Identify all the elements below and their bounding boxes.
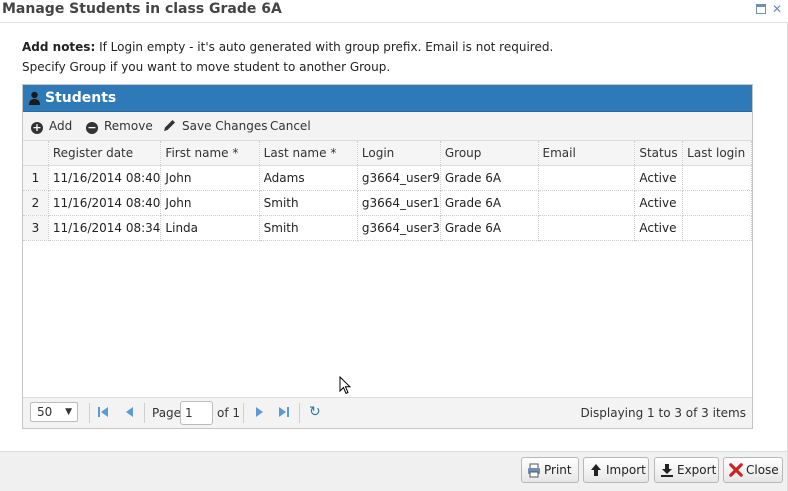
cell-last-name[interactable]: Smith bbox=[259, 215, 358, 241]
user-icon bbox=[29, 91, 40, 105]
cell-email[interactable] bbox=[538, 165, 636, 191]
cell-status[interactable]: Active bbox=[634, 215, 684, 241]
cell-group[interactable]: Grade 6A bbox=[440, 190, 539, 216]
print-label: Print bbox=[544, 463, 572, 477]
col-header-group[interactable]: Group bbox=[440, 141, 539, 166]
page-size-select[interactable]: 50 ▼ bbox=[30, 402, 78, 422]
arrow-up-icon bbox=[591, 464, 601, 476]
add-button[interactable]: + Add bbox=[31, 112, 72, 140]
dialog-body: Add notes: If Login empty - it's auto ge… bbox=[0, 23, 788, 451]
table-row[interactable]: 1 11/16/2014 08:40 John Adams g3664_user… bbox=[23, 165, 752, 191]
plus-circle-icon: + bbox=[31, 121, 43, 134]
cell-status[interactable]: Active bbox=[634, 165, 684, 191]
page-label: Page bbox=[152, 406, 182, 420]
dropdown-arrow-icon: ▼ bbox=[65, 407, 72, 417]
save-changes-button[interactable]: Save Changes bbox=[163, 112, 267, 140]
remove-label: Remove bbox=[104, 119, 153, 133]
students-panel: Students + Add − Remove Save Changes Cance… bbox=[22, 84, 753, 429]
cell-login[interactable]: g3664_user3 bbox=[357, 215, 441, 241]
cell-login[interactable]: g3664_user1 bbox=[357, 190, 441, 216]
panel-header: Students bbox=[23, 85, 752, 112]
next-page-icon[interactable] bbox=[255, 406, 265, 418]
pager-divider bbox=[144, 403, 145, 423]
print-button[interactable]: Print bbox=[521, 457, 579, 483]
cell-last-login[interactable] bbox=[682, 165, 752, 191]
cell-group[interactable]: Grade 6A bbox=[440, 165, 539, 191]
panel-title: Students bbox=[45, 90, 117, 106]
cell-register-date[interactable]: 11/16/2014 08:40 bbox=[48, 165, 162, 191]
minus-circle-icon: − bbox=[86, 121, 98, 134]
notes-line-1: Add notes: If Login empty - it's auto ge… bbox=[22, 37, 553, 57]
col-header-last-name[interactable]: Last name * bbox=[259, 141, 358, 166]
table-row[interactable]: 3 11/16/2014 08:34 Linda Smith g3664_use… bbox=[23, 215, 752, 241]
page-count-label: of 1 bbox=[217, 406, 241, 420]
students-table: Register date First name * Last name * L… bbox=[23, 141, 752, 241]
mouse-cursor-icon bbox=[339, 376, 351, 395]
cell-email[interactable] bbox=[538, 190, 636, 216]
cell-group[interactable]: Grade 6A bbox=[440, 215, 539, 241]
cell-last-login[interactable] bbox=[682, 190, 752, 216]
pager-display-text: Displaying 1 to 3 of 3 items bbox=[580, 406, 746, 420]
col-header-first-name[interactable]: First name * bbox=[160, 141, 260, 166]
save-changes-label: Save Changes bbox=[182, 119, 268, 133]
cancel-label: Cancel bbox=[270, 119, 311, 133]
table-header-row: Register date First name * Last name * L… bbox=[23, 141, 752, 166]
pager-divider bbox=[243, 403, 244, 423]
cell-last-login[interactable] bbox=[682, 215, 752, 241]
first-page-icon[interactable] bbox=[98, 406, 108, 418]
close-icon[interactable]: ✕ bbox=[772, 2, 782, 16]
table-row[interactable]: 2 11/16/2014 08:40 John Smith g3664_user… bbox=[23, 190, 752, 216]
export-button[interactable]: Export bbox=[654, 457, 719, 483]
dialog-titlebar: Manage Students in class Grade 6A ✕ bbox=[0, 0, 788, 22]
refresh-icon[interactable]: ↻ bbox=[309, 404, 321, 420]
col-header-email[interactable]: Email bbox=[538, 141, 636, 166]
notes-text-2: Specify Group if you want to move studen… bbox=[22, 60, 391, 74]
printer-icon bbox=[528, 463, 540, 478]
previous-page-icon[interactable] bbox=[124, 406, 134, 418]
pager: 50 ▼ Page 1 of 1 ↻ Displaying 1 to 3 of 3… bbox=[23, 397, 752, 428]
col-header-last-login[interactable]: Last login bbox=[682, 141, 752, 166]
last-page-icon[interactable] bbox=[279, 406, 289, 418]
red-x-icon bbox=[729, 463, 743, 477]
cell-register-date[interactable]: 11/16/2014 08:34 bbox=[48, 215, 162, 241]
col-header-register-date[interactable]: Register date bbox=[48, 141, 162, 166]
remove-button[interactable]: − Remove bbox=[86, 112, 153, 140]
close-button[interactable]: Close bbox=[723, 457, 783, 483]
notes-label: Add notes: bbox=[22, 40, 96, 54]
grid-toolbar: + Add − Remove Save Changes Cancel bbox=[23, 112, 752, 141]
close-label: Close bbox=[746, 463, 779, 477]
row-number: 2 bbox=[23, 190, 49, 216]
row-number: 3 bbox=[23, 215, 49, 241]
dialog-footer: Print Import Export Close bbox=[0, 451, 788, 491]
import-button[interactable]: Import bbox=[583, 457, 649, 483]
notes: Add notes: If Login empty - it's auto ge… bbox=[22, 37, 553, 77]
col-header-status[interactable]: Status bbox=[634, 141, 684, 166]
cell-last-name[interactable]: Adams bbox=[259, 165, 358, 191]
cell-first-name[interactable]: Linda bbox=[160, 215, 260, 241]
dialog-title: Manage Students in class Grade 6A bbox=[2, 1, 282, 17]
add-label: Add bbox=[49, 119, 73, 133]
cell-status[interactable]: Active bbox=[634, 190, 684, 216]
maximize-icon[interactable] bbox=[756, 4, 766, 14]
export-label: Export bbox=[677, 463, 717, 477]
import-label: Import bbox=[606, 463, 646, 477]
cell-last-name[interactable]: Smith bbox=[259, 190, 358, 216]
cell-email[interactable] bbox=[538, 215, 636, 241]
cell-register-date[interactable]: 11/16/2014 08:40 bbox=[48, 190, 162, 216]
page-size-value: 50 bbox=[37, 405, 53, 419]
page-number-input[interactable]: 1 bbox=[180, 401, 213, 425]
row-number: 1 bbox=[23, 165, 49, 191]
col-header-rownum bbox=[23, 141, 49, 166]
pencil-icon bbox=[164, 120, 175, 131]
download-icon bbox=[661, 464, 673, 477]
cell-first-name[interactable]: John bbox=[160, 165, 260, 191]
cell-login[interactable]: g3664_user9 bbox=[357, 165, 441, 191]
pager-divider bbox=[299, 403, 300, 423]
cell-first-name[interactable]: John bbox=[160, 190, 260, 216]
pager-divider bbox=[89, 403, 90, 423]
notes-text-1: If Login empty - it's auto generated wit… bbox=[95, 40, 554, 54]
col-header-login[interactable]: Login bbox=[357, 141, 441, 166]
cancel-button[interactable]: Cancel bbox=[270, 112, 311, 140]
